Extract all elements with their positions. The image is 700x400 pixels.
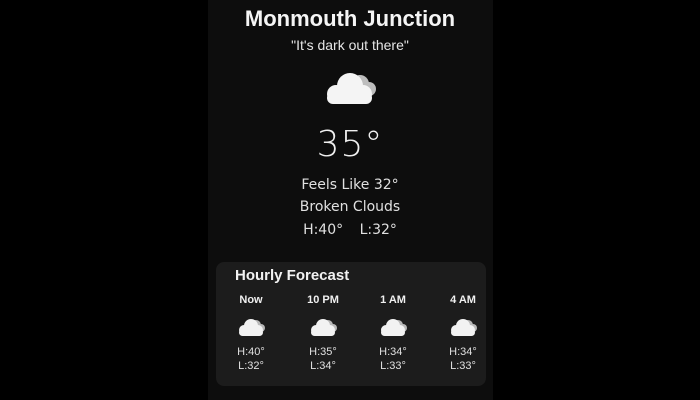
hour-low: L:33°	[450, 360, 476, 372]
hour-time: 4 AM	[450, 294, 476, 306]
high-temp: H:40°	[303, 222, 344, 238]
condition: Broken Clouds	[299, 199, 401, 215]
current-temperature: 35°	[316, 124, 384, 165]
hour-time: 10 PM	[307, 294, 339, 306]
hour-high: H:34°	[449, 346, 477, 358]
hour-high: H:34°	[379, 346, 407, 358]
hour-high: H:35°	[309, 346, 337, 358]
feels-like: Feels Like 32°	[301, 177, 399, 193]
hourly-item: 1 AM H:34° L:33°	[368, 294, 418, 373]
hour-time: Now	[239, 294, 263, 306]
hourly-item: 4 AM H:34° L:33°	[438, 294, 488, 373]
hour-time: 1 AM	[380, 294, 406, 306]
hour-low: L:34°	[310, 360, 336, 372]
high-low: H:40° L:32°	[0, 222, 700, 238]
hourly-forecast-title: Hourly Forecast	[235, 267, 350, 284]
cloud-icon	[451, 319, 477, 336]
tagline: "It's dark out there"	[291, 37, 409, 53]
cloud-icon	[311, 319, 337, 336]
hour-low: L:32°	[238, 360, 264, 372]
hourly-forecast-card[interactable]: Hourly Forecast Now H:40° L:32° 10 PM H:…	[216, 262, 486, 386]
hour-high: H:40°	[237, 346, 265, 358]
hourly-item: 10 PM H:35° L:34°	[298, 294, 348, 373]
low-temp: L:32°	[359, 222, 397, 238]
cloud-icon	[239, 319, 265, 336]
hour-low: L:33°	[380, 360, 406, 372]
cloud-icon	[381, 319, 407, 336]
city-name: Monmouth Junction	[244, 6, 456, 31]
cloud-icon	[327, 73, 376, 104]
hourly-item: Now H:40° L:32°	[226, 294, 276, 373]
